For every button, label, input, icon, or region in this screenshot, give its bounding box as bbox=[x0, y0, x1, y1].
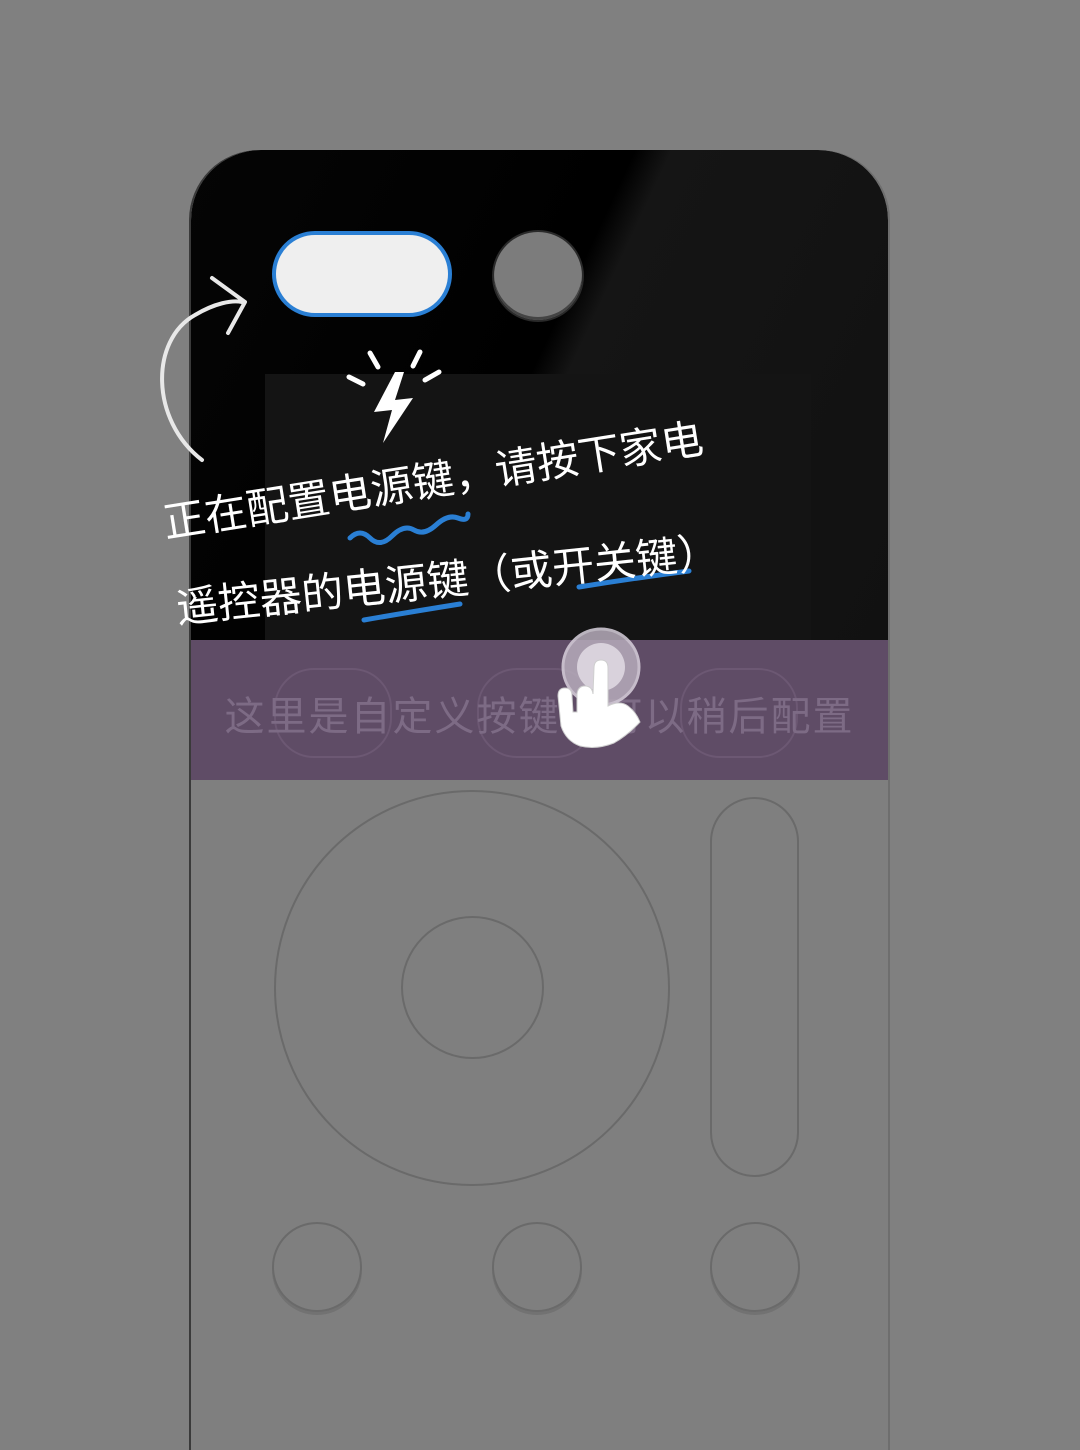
flash-icon bbox=[346, 349, 442, 443]
curved-arrow-icon bbox=[160, 276, 247, 462]
tap-hand-icon bbox=[557, 627, 641, 748]
annotation-layer bbox=[160, 276, 692, 748]
